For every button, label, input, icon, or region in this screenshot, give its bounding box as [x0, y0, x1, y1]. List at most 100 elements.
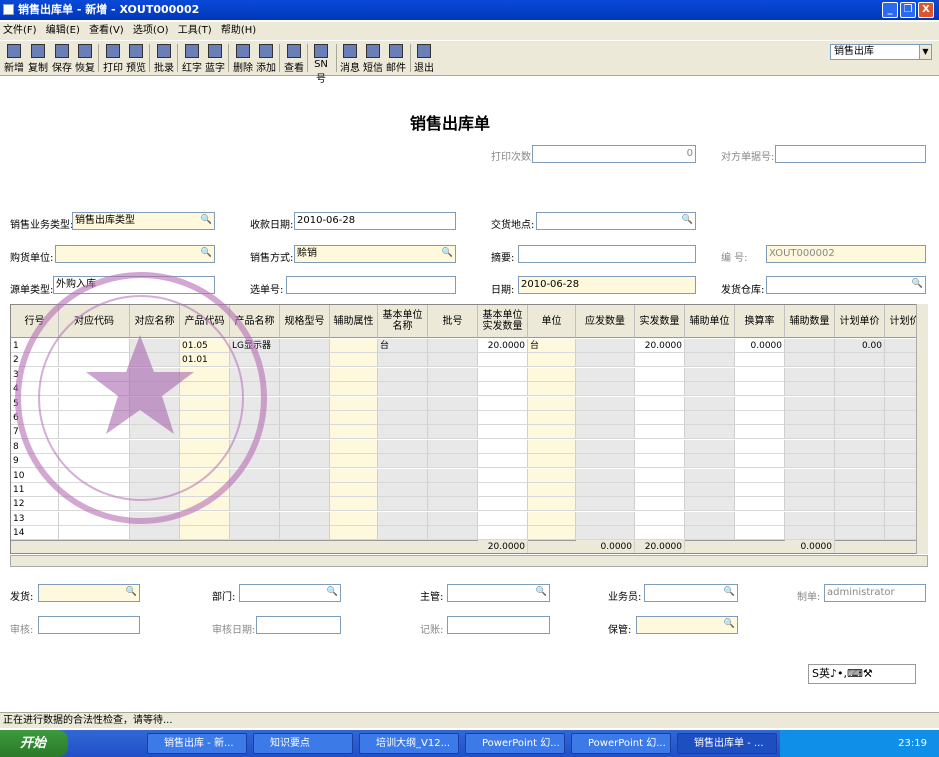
grid-cell[interactable]: [378, 439, 428, 454]
lookup-icon[interactable]: 🔍: [441, 247, 454, 260]
grid-cell[interactable]: [528, 468, 576, 483]
menu-file[interactable]: 文件(F): [3, 25, 37, 36]
copy-button[interactable]: 复制: [27, 43, 49, 75]
buyer-field[interactable]: 🔍: [55, 245, 215, 263]
summary-field[interactable]: [518, 245, 696, 263]
grid-cell[interactable]: [378, 454, 428, 469]
grid-cell[interactable]: [635, 483, 685, 497]
grid-cell[interactable]: [785, 454, 835, 469]
grid-cell[interactable]: [330, 439, 378, 454]
grid-cell[interactable]: [528, 382, 576, 397]
grid-cell[interactable]: [59, 454, 130, 469]
lookup-icon[interactable]: 🔍: [535, 586, 548, 599]
grid-cell[interactable]: [230, 454, 280, 469]
sn-button[interactable]: SN号: [310, 43, 332, 85]
grid-cell[interactable]: 0.0000: [735, 339, 785, 353]
grid-cell[interactable]: [576, 425, 635, 440]
grid-cell[interactable]: [635, 367, 685, 382]
grid-cell[interactable]: [378, 468, 428, 483]
grid-cell[interactable]: [378, 511, 428, 526]
grid-cell[interactable]: [428, 425, 478, 440]
grid-cell[interactable]: [685, 382, 735, 397]
grid-cell[interactable]: [478, 425, 528, 440]
print-button[interactable]: 打印: [102, 43, 124, 75]
grid-cell[interactable]: [576, 353, 635, 368]
grid-cell[interactable]: [280, 339, 330, 353]
grid-cell[interactable]: [130, 511, 180, 526]
grid-cell[interactable]: [428, 339, 478, 353]
message-button[interactable]: 消息: [339, 43, 361, 75]
grid-cell[interactable]: [576, 483, 635, 497]
minimize-button[interactable]: _: [882, 2, 898, 18]
grid-cell[interactable]: [576, 511, 635, 526]
grid-cell[interactable]: [428, 367, 478, 382]
task-item[interactable]: 销售出库 - 新...: [147, 733, 247, 754]
grid-cell[interactable]: [835, 526, 885, 541]
grid-cell[interactable]: [428, 439, 478, 454]
grid-cell[interactable]: [280, 497, 330, 512]
column-header[interactable]: 基本单位实发数量: [478, 305, 528, 338]
lookup-icon[interactable]: 🔍: [723, 618, 736, 631]
grid-cell[interactable]: [835, 511, 885, 526]
column-header[interactable]: 辅助单位: [685, 305, 735, 338]
grid-cell[interactable]: [280, 396, 330, 411]
grid-cell[interactable]: 台: [378, 339, 428, 353]
grid-cell[interactable]: [785, 353, 835, 368]
grid-cell[interactable]: [428, 483, 478, 497]
sales-field[interactable]: 🔍: [644, 584, 738, 602]
undo-button[interactable]: 恢复: [74, 43, 96, 75]
grid-cell[interactable]: [130, 483, 180, 497]
lookup-icon[interactable]: 🔍: [125, 586, 138, 599]
grid-cell[interactable]: [230, 353, 280, 368]
grid-cell[interactable]: [59, 483, 130, 497]
lookup-icon[interactable]: 🔍: [200, 247, 213, 260]
grid-cell[interactable]: [330, 511, 378, 526]
grid-cell[interactable]: [735, 454, 785, 469]
grid-cell[interactable]: [785, 526, 835, 541]
column-header[interactable]: 基本单位名称: [378, 305, 428, 338]
grid-cell[interactable]: [180, 483, 230, 497]
lookup-icon[interactable]: 🔍: [911, 278, 924, 291]
column-header[interactable]: 应发数量: [576, 305, 635, 338]
grid-cell[interactable]: [280, 367, 330, 382]
grid-cell[interactable]: 0.00: [835, 339, 885, 353]
grid-cell[interactable]: [180, 511, 230, 526]
grid-cell[interactable]: [130, 454, 180, 469]
grid-cell[interactable]: [478, 526, 528, 541]
grid-cell[interactable]: [685, 483, 735, 497]
view-button[interactable]: 查看: [283, 43, 305, 75]
blue-button[interactable]: 蓝字: [204, 43, 226, 75]
grid-cell[interactable]: [280, 382, 330, 397]
grid-cell[interactable]: [230, 411, 280, 425]
grid-cell[interactable]: [330, 396, 378, 411]
grid-cell[interactable]: [478, 382, 528, 397]
grid-cell[interactable]: [835, 396, 885, 411]
ime-toolbar[interactable]: S英♪•,⌨⚒: [808, 664, 916, 684]
grid-cell[interactable]: [280, 439, 330, 454]
grid-cell[interactable]: [130, 526, 180, 541]
grid-cell[interactable]: [330, 425, 378, 440]
add-row-button[interactable]: 添加: [255, 43, 277, 75]
grid-cell[interactable]: [478, 468, 528, 483]
task-item[interactable]: 知识要点: [253, 733, 353, 754]
biz-type-field[interactable]: 销售出库类型 🔍: [72, 212, 215, 230]
grid-cell[interactable]: [635, 353, 685, 368]
grid-cell[interactable]: [330, 367, 378, 382]
source-no-field[interactable]: [286, 276, 456, 294]
grid-cell[interactable]: 台: [528, 339, 576, 353]
menu-edit[interactable]: 编辑(E): [46, 25, 80, 36]
grid-cell[interactable]: [428, 511, 478, 526]
grid-cell[interactable]: [576, 454, 635, 469]
grid-cell[interactable]: [378, 425, 428, 440]
grid-cell[interactable]: [330, 497, 378, 512]
grid-cell[interactable]: [685, 526, 735, 541]
grid-cell[interactable]: [735, 353, 785, 368]
delete-row-button[interactable]: 删除: [232, 43, 254, 75]
grid-cell[interactable]: [785, 497, 835, 512]
grid-cell[interactable]: [685, 367, 735, 382]
warehouse-field[interactable]: 🔍: [766, 276, 926, 294]
grid-cell[interactable]: [130, 468, 180, 483]
grid-cell[interactable]: 20.0000: [635, 339, 685, 353]
task-item[interactable]: 培训大纲_V12...: [359, 733, 459, 754]
grid-cell[interactable]: [576, 439, 635, 454]
